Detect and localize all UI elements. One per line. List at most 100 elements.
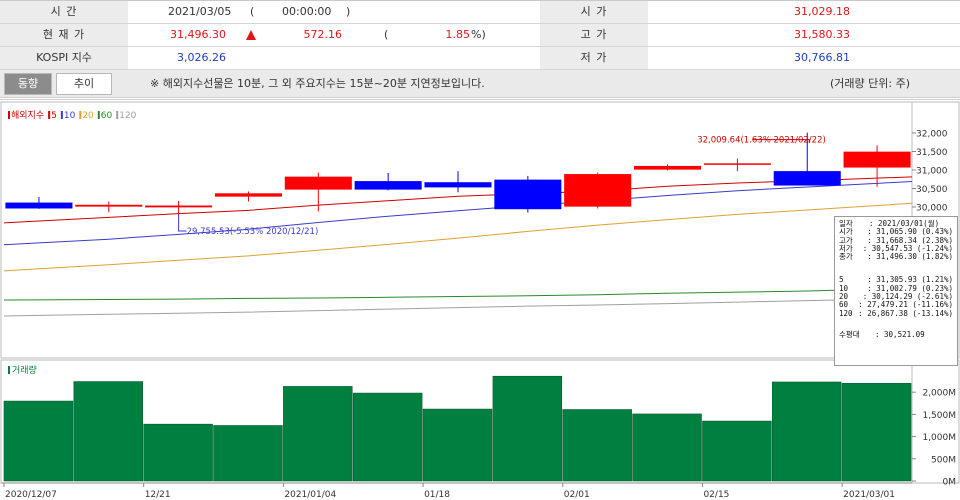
x-tick-label: 2021/03/01 (843, 490, 895, 500)
candle-body (214, 193, 282, 197)
high-label: 고 가 (540, 24, 648, 46)
volume-bar (772, 381, 842, 482)
time-open-paren: ( (250, 5, 255, 18)
tab-history[interactable]: 추이 (56, 73, 112, 95)
x-tick-label: 02/01 (564, 490, 590, 500)
tooltip-ma-row: 120: 26,867.38 (-13.14%) (839, 308, 953, 318)
legend-swatch (97, 111, 100, 119)
time-close-paren: ) (346, 5, 351, 18)
volume-bar (841, 383, 912, 482)
open-label: 시 가 (540, 1, 648, 23)
volume-bar (73, 381, 143, 482)
volume-bar (3, 400, 74, 482)
candle-body (284, 176, 352, 190)
candle-body (75, 204, 143, 207)
tooltip-row: 종가: 31,496.30 (1.82%) (839, 252, 953, 262)
price-tick-label: 31,000 (916, 167, 948, 177)
ma-line-120 (3, 297, 913, 317)
candle-body (5, 202, 73, 209)
volume-bar (213, 425, 283, 482)
candle-body (634, 165, 702, 170)
volume-tick-label: 2,000M (922, 389, 956, 399)
chart-legend: 해외지수 5 10 20 60 120 (8, 109, 137, 121)
x-tick-label: 12/21 (145, 490, 171, 500)
volume-bar (702, 420, 772, 482)
volume-tick-label: 500M (931, 455, 956, 465)
pct-close: %) (471, 28, 486, 41)
x-axis: 2020/12/07 12/21 2021/01/04 01/18 02/01 02/15… (1, 482, 912, 500)
legend-label: 120 (119, 111, 136, 121)
info-row-current: 현 재 가 31,496.30 572.16 ( 1.85 %) 고 가 31,… (0, 24, 960, 47)
legend-label: 60 (101, 111, 113, 121)
pct-value: 1.85 (445, 28, 471, 41)
high-value: 31,580.33 (794, 28, 850, 41)
volume-bar (143, 423, 213, 482)
legend-label: 10 (64, 111, 76, 121)
low-label: 저 가 (540, 47, 648, 69)
kospi-value: 3,026.26 (177, 51, 226, 64)
volume-panel: 거래량 0M 500M 1,000M 1,500M 2,000M (0, 359, 960, 488)
annotation-leader (178, 214, 187, 232)
x-tick-label: 02/15 (703, 490, 729, 500)
volume-tick-label: 0M (943, 478, 957, 488)
legend-label: 해외지수 (11, 109, 44, 121)
price-volume-chart[interactable]: 해외지수 5 10 20 60 120 32,009.64(1.63% 2021/02/2… (0, 100, 960, 500)
candle-body (145, 205, 213, 208)
volume-tick-label: 1,500M (922, 411, 956, 421)
volume-legend-swatch (8, 366, 10, 374)
volume-bar (352, 392, 423, 482)
candle-body (773, 171, 841, 186)
ma-line-60 (3, 287, 913, 301)
price-tick-label: 30,000 (916, 204, 948, 214)
pct-open-paren: ( (384, 28, 389, 41)
volume-bar (422, 408, 493, 482)
tooltip-extra-row: 수평대: 30,521.09 (839, 329, 925, 339)
chart-frame: 해외지수 5 10 20 60 120 32,009.64(1.63% 2021/02/2… (0, 99, 960, 500)
price-tick-label: 32,000 (916, 130, 948, 140)
kospi-label: KOSPI 지수 (0, 47, 128, 69)
annotation-low-label: 29,755.53(-5.53% 2020/12/21) (187, 227, 319, 237)
candle-body (843, 151, 911, 168)
time-label: 시 간 (0, 1, 128, 23)
legend-swatch (48, 111, 51, 119)
open-value: 31,029.18 (794, 5, 850, 18)
current-value: 31,496.30 (170, 28, 226, 41)
legend-swatch (116, 111, 119, 119)
tab-trend[interactable]: 동향 (4, 73, 52, 95)
moving-average-lines (3, 176, 913, 317)
info-row-time: 시 간 2021/03/05 ( 00:00:00 ) 시 가 31,029.1… (0, 1, 960, 24)
low-value: 30,766.81 (794, 51, 850, 64)
x-tick-label: 2021/01/04 (284, 490, 336, 500)
volume-unit-label: (거래량 단위: 주) (829, 77, 910, 90)
legend-label: 5 (51, 111, 57, 121)
volume-tick-label: 1,000M (922, 433, 956, 443)
legend-swatch (8, 111, 10, 119)
candle-body (703, 163, 771, 165)
volume-bar (632, 413, 702, 482)
candle-body (494, 179, 562, 210)
volume-legend-label: 거래량 (12, 364, 37, 376)
current-label: 현 재 가 (0, 24, 128, 46)
price-tick-label: 31,500 (916, 148, 948, 158)
time-value: 00:00:00 (282, 5, 332, 18)
x-tick-label: 2020/12/07 (5, 490, 57, 500)
volume-bar (492, 375, 563, 482)
volume-bar (283, 386, 353, 482)
time-date: 2021/03/05 (168, 5, 232, 18)
delay-notice: ※ 해외지수선물은 10분, 그 외 주요지수는 15분~20분 지연정보입니다… (150, 77, 485, 90)
legend-swatch (60, 111, 63, 119)
candle-body (354, 181, 422, 190)
change-value: 572.16 (303, 28, 343, 41)
up-arrow-icon (246, 30, 256, 40)
price-axis: 30,000 30,500 31,000 31,500 32,000 (912, 130, 948, 214)
info-row-kospi: KOSPI 지수 3,026.26 저 가 30,766.81 (0, 47, 960, 70)
tab-bar: 동향 추이 ※ 해외지수선물은 10분, 그 외 주요지수는 15분~20분 지… (0, 70, 960, 98)
legend-swatch (79, 111, 82, 119)
quote-info-table: 시 간 2021/03/05 ( 00:00:00 ) 시 가 31,029.1… (0, 0, 960, 70)
data-tooltip: 일자: 2021/03/01(월) 시가: 31,065.90 (0.43%) … (834, 216, 958, 366)
x-tick-label: 01/18 (424, 490, 450, 500)
price-tick-label: 30,500 (916, 185, 948, 195)
legend-label: 20 (82, 111, 94, 121)
annotation-high-label: 32,009.64(1.63% 2021/02/22) (697, 136, 826, 146)
volume-bar (562, 409, 632, 482)
